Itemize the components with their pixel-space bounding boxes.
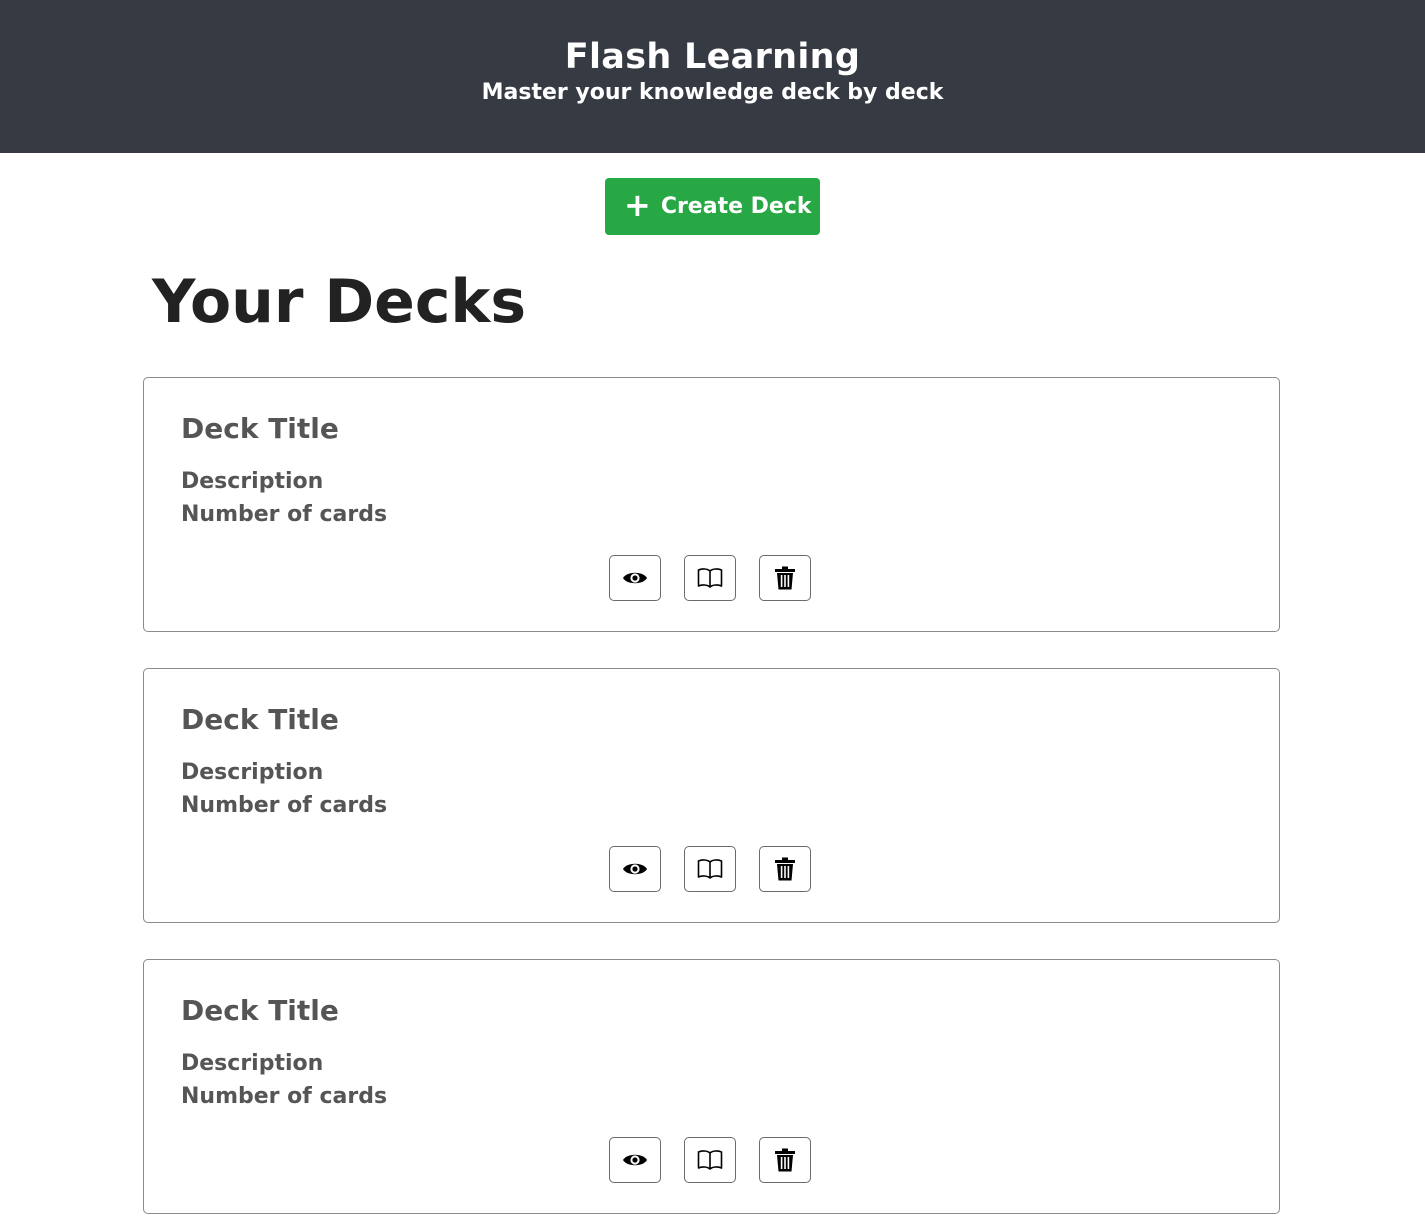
deck-actions [609, 555, 811, 601]
deck-description: Description [181, 760, 324, 785]
study-deck-button[interactable] [684, 846, 736, 892]
deck-card: Deck Title Description Number of cards [143, 959, 1280, 1214]
app-header: Flash Learning Master your knowledge dec… [0, 0, 1425, 153]
deck-title: Deck Title [181, 994, 339, 1027]
plus-icon: + [624, 186, 651, 224]
trash-icon [775, 1148, 795, 1172]
delete-deck-button[interactable] [759, 555, 811, 601]
page-title: Your Decks [152, 267, 527, 337]
deck-card: Deck Title Description Number of cards [143, 668, 1280, 923]
trash-icon [775, 566, 795, 590]
book-icon [697, 568, 723, 588]
eye-icon [623, 572, 647, 584]
deck-title: Deck Title [181, 703, 339, 736]
deck-actions [609, 846, 811, 892]
eye-icon [623, 863, 647, 875]
trash-icon [775, 857, 795, 881]
deck-description: Description [181, 469, 324, 494]
deck-card-count: Number of cards [181, 793, 388, 818]
create-deck-label: Create Deck [660, 194, 812, 219]
app-title: Flash Learning [564, 37, 861, 77]
delete-deck-button[interactable] [759, 1137, 811, 1183]
create-deck-container: + Create Deck [0, 153, 1425, 235]
create-deck-button[interactable]: + Create Deck [605, 178, 820, 235]
delete-deck-button[interactable] [759, 846, 811, 892]
deck-card: Deck Title Description Number of cards [143, 377, 1280, 632]
deck-card-count: Number of cards [181, 502, 388, 527]
deck-title: Deck Title [181, 412, 339, 445]
eye-icon [623, 1154, 647, 1166]
book-icon [697, 1150, 723, 1170]
app-subtitle: Master your knowledge deck by deck [481, 80, 944, 105]
view-deck-button[interactable] [609, 1137, 661, 1183]
deck-description: Description [181, 1051, 324, 1076]
view-deck-button[interactable] [609, 555, 661, 601]
study-deck-button[interactable] [684, 555, 736, 601]
deck-card-count: Number of cards [181, 1084, 388, 1109]
view-deck-button[interactable] [609, 846, 661, 892]
deck-list: Deck Title Description Number of cards D… [143, 377, 1280, 1214]
study-deck-button[interactable] [684, 1137, 736, 1183]
book-icon [697, 859, 723, 879]
deck-actions [609, 1137, 811, 1183]
